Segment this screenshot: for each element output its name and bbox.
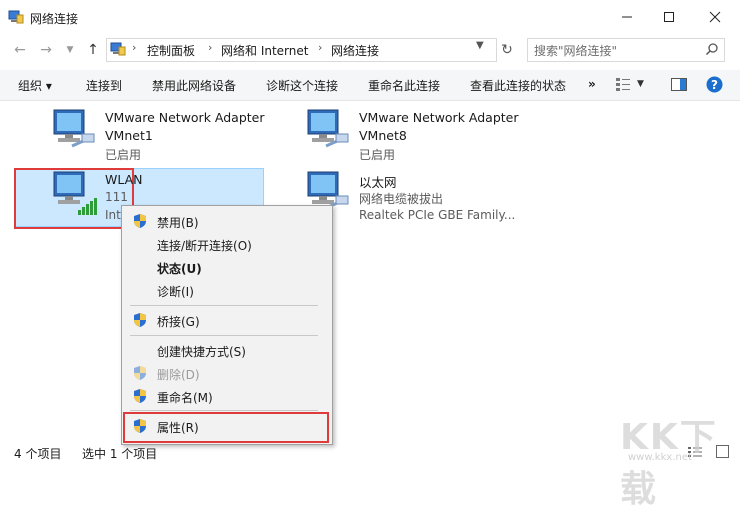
arrow-left-icon: ← — [14, 42, 26, 58]
connection-name: VMware Network Adapter — [105, 110, 265, 125]
uac-shield-icon — [134, 366, 146, 380]
breadcrumb-separator: › — [318, 41, 323, 54]
svg-text:?: ? — [711, 78, 718, 92]
chevron-down-icon: ▼ — [476, 40, 484, 51]
help-icon[interactable]: ? — [706, 76, 723, 93]
breadcrumb-separator: › — [132, 41, 137, 54]
connection-network: VMnet8 — [359, 128, 407, 143]
organize-menu[interactable]: 组织 ▾ — [18, 77, 52, 94]
connection-name: 以太网 — [359, 175, 397, 190]
uac-shield-icon — [134, 313, 146, 327]
connection-name: WLAN — [105, 172, 143, 187]
disable-device-button[interactable]: 禁用此网络设备 — [152, 77, 236, 94]
minimize-icon — [622, 16, 632, 18]
recent-locations-button[interactable]: ▼ — [60, 40, 80, 60]
arrow-right-icon: → — [40, 42, 52, 58]
chevron-down-icon: ▼ — [66, 45, 74, 55]
search-icon[interactable] — [705, 42, 719, 56]
close-button[interactable] — [692, 0, 738, 34]
back-button[interactable]: ← — [10, 40, 30, 60]
forward-button[interactable]: → — [36, 40, 56, 60]
view-options-button[interactable]: ▼ — [615, 77, 644, 91]
connection-network: 111 — [105, 190, 128, 204]
close-icon — [709, 11, 721, 23]
maximize-button[interactable] — [646, 0, 692, 34]
connection-status: 已启用 — [105, 148, 142, 162]
connection-name: VMware Network Adapter — [359, 110, 519, 125]
menu-item-diagnose[interactable]: 诊断(I) — [157, 283, 194, 300]
network-adapter-icon — [307, 109, 349, 148]
rename-button[interactable]: 重命名此连接 — [368, 77, 440, 94]
status-item-count: 4 个项目 — [14, 447, 62, 461]
window-title: 网络连接 — [30, 12, 79, 26]
menu-item-delete: 删除(D) — [157, 368, 200, 382]
preview-pane-icon[interactable] — [671, 78, 687, 91]
menu-item-bridge[interactable]: 桥接(G) — [157, 313, 200, 330]
connection-network: VMnet1 — [105, 128, 153, 143]
connection-status: 已启用 — [359, 148, 396, 162]
breadcrumb-separator: › — [208, 41, 213, 54]
network-connections-icon — [8, 10, 24, 24]
maximize-icon — [664, 12, 674, 22]
diagnose-button[interactable]: 诊断这个连接 — [266, 77, 338, 94]
address-dropdown-button[interactable]: ▼ — [476, 40, 484, 51]
search-placeholder: 搜索"网络连接" — [534, 44, 618, 58]
connection-item-vmnet1[interactable]: VMware Network Adapter VMnet1 已启用 — [50, 108, 265, 163]
connection-adapter: Realtek PCIe GBE Family... — [359, 208, 516, 222]
more-commands-button[interactable]: » — [588, 77, 596, 91]
breadcrumb-network-connections[interactable]: 网络连接 — [331, 42, 379, 59]
breadcrumb-network-internet[interactable]: 网络和 Internet — [221, 42, 308, 59]
breadcrumb-control-panel[interactable]: 控制面板 — [147, 42, 195, 59]
properties-highlight-box — [123, 412, 329, 443]
menu-item-create-shortcut[interactable]: 创建快捷方式(S) — [157, 343, 246, 360]
uac-shield-icon — [134, 214, 146, 228]
arrow-up-icon: ↑ — [87, 42, 99, 58]
menu-separator — [130, 305, 318, 306]
up-button[interactable]: ↑ — [83, 40, 103, 60]
chevron-down-icon: ▼ — [637, 79, 644, 89]
uac-shield-icon — [134, 389, 146, 403]
connection-item-vmnet8[interactable]: VMware Network Adapter VMnet8 已启用 — [304, 108, 524, 163]
connection-status: 网络电缆被拔出 — [359, 192, 444, 206]
refresh-icon: ↻ — [501, 42, 513, 58]
menu-separator — [130, 410, 318, 411]
status-selected-count: 选中 1 个项目 — [82, 447, 158, 461]
menu-item-rename[interactable]: 重命名(M) — [157, 389, 213, 406]
menu-item-disable[interactable]: 禁用(B) — [157, 214, 199, 231]
wireless-adapter-icon — [53, 171, 97, 215]
menu-item-status[interactable]: 状态(U) — [157, 260, 202, 277]
menu-separator — [130, 335, 318, 336]
connection-item-ethernet[interactable]: 以太网 网络电缆被拔出 Realtek PCIe GBE Family... — [304, 170, 524, 225]
menu-item-connect-disconnect[interactable]: 连接/断开连接(O) — [157, 237, 252, 254]
watermark-url: www.kkx.net — [628, 452, 692, 463]
network-adapter-icon — [53, 109, 95, 148]
minimize-button[interactable] — [604, 0, 650, 34]
control-panel-icon — [110, 42, 126, 56]
view-details-icon — [616, 78, 630, 91]
connect-to-button[interactable]: 连接到 — [86, 77, 122, 94]
refresh-button[interactable]: ↻ — [497, 38, 517, 62]
view-status-button[interactable]: 查看此连接的状态 — [470, 77, 566, 94]
